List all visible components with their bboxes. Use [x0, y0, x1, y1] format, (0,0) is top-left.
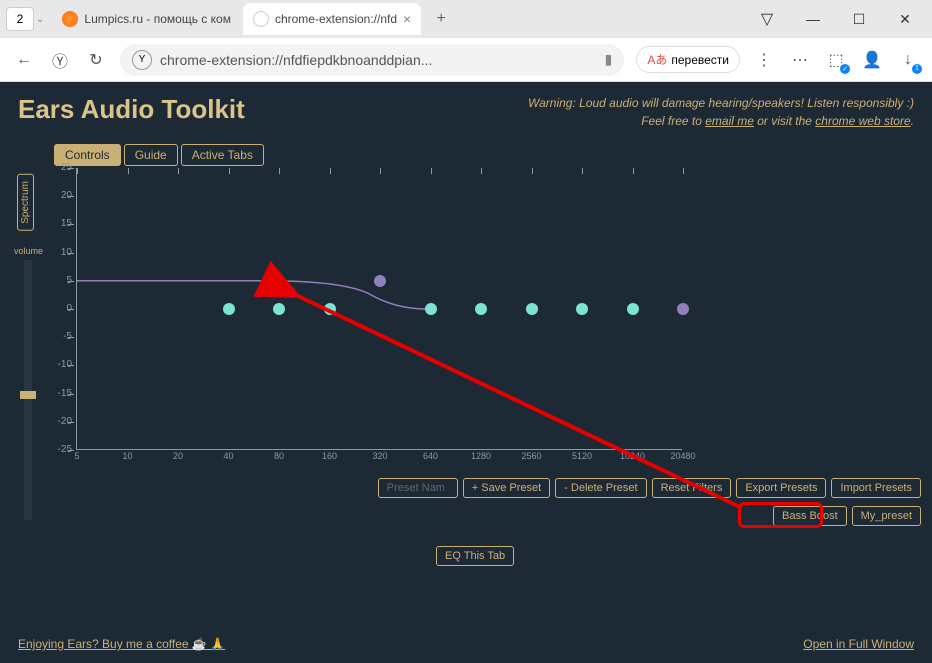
minimize-button[interactable]: —: [794, 4, 832, 34]
store-link[interactable]: chrome web store: [815, 114, 910, 128]
apps-button[interactable]: ⋯: [788, 48, 812, 72]
site-info-icon[interactable]: Y: [132, 50, 152, 70]
address-bar[interactable]: Y chrome-extension://nfdfiepdkbnoanddpia…: [120, 44, 624, 76]
browser-tab-1[interactable]: Lumpics.ru - помощь с ком: [52, 3, 241, 35]
eq-node[interactable]: [374, 275, 386, 287]
eq-curve: [77, 168, 683, 450]
tab-title: chrome-extension://nfd: [275, 12, 397, 26]
eq-node[interactable]: [223, 303, 235, 315]
spectrum-button[interactable]: Spectrum: [17, 174, 34, 231]
translate-button[interactable]: Aあ перевести: [636, 46, 740, 73]
eq-node[interactable]: [677, 303, 689, 315]
eq-node[interactable]: [475, 303, 487, 315]
eq-node[interactable]: [425, 303, 437, 315]
close-button[interactable]: ✕: [886, 4, 924, 34]
app-content: Ears Audio Toolkit Warning: Loud audio w…: [0, 82, 932, 663]
volume-handle[interactable]: [20, 391, 36, 399]
maximize-button[interactable]: ☐: [840, 4, 878, 34]
volume-slider[interactable]: [24, 260, 32, 520]
bookmark-icon[interactable]: ▽: [748, 4, 786, 34]
profile-button[interactable]: 👤: [860, 48, 884, 72]
header: Ears Audio Toolkit Warning: Loud audio w…: [18, 94, 914, 130]
reset-filters-button[interactable]: Reset Filters: [652, 478, 732, 498]
x-tick-label: 320: [372, 451, 387, 461]
ui-tabs: Controls Guide Active Tabs: [54, 144, 914, 166]
eq-chart: 2520151050-5-10-15-20-25 510204080160320…: [54, 168, 682, 468]
warning-line1: Warning: Loud audio will damage hearing/…: [528, 94, 914, 112]
x-tick-label: 40: [223, 451, 233, 461]
x-tick-label: 640: [423, 451, 438, 461]
x-tick-label: 10240: [620, 451, 645, 461]
browser-tab-2[interactable]: chrome-extension://nfd ×: [243, 3, 421, 35]
buttons-row: Preset Nam + Save Preset - Delete Preset…: [221, 478, 921, 498]
x-tick-label: 2560: [521, 451, 541, 461]
toolbar: ← Ⓨ ↻ Y chrome-extension://nfdfiepdkbnoa…: [0, 38, 932, 82]
chevron-down-icon[interactable]: ⌄: [36, 14, 44, 25]
warning-line2: Feel free to email me or visit the chrom…: [528, 112, 914, 130]
tab-title: Lumpics.ru - помощь с ком: [84, 12, 231, 26]
presets-row: Bass Boost My_preset: [221, 506, 921, 526]
eq-node[interactable]: [576, 303, 588, 315]
translate-icon: Aあ: [647, 51, 667, 68]
menu-button[interactable]: ⋮: [752, 48, 776, 72]
save-preset-button[interactable]: + Save Preset: [463, 478, 550, 498]
volume-label: volume: [14, 246, 43, 256]
favicon-extension: [253, 11, 269, 27]
app-title: Ears Audio Toolkit: [18, 94, 245, 125]
x-tick-label: 160: [322, 451, 337, 461]
address-text: chrome-extension://nfdfiepdkbnoanddpian.…: [160, 52, 597, 68]
plot-area[interactable]: 5102040801603206401280256051201024020480: [76, 168, 682, 450]
import-presets-button[interactable]: Import Presets: [831, 478, 921, 498]
new-tab-button[interactable]: +: [427, 5, 455, 33]
eq-node[interactable]: [273, 303, 285, 315]
x-tick-label: 80: [274, 451, 284, 461]
x-tick-label: 10: [122, 451, 132, 461]
coffee-link[interactable]: Enjoying Ears? Buy me a coffee ☕ 🙏: [18, 637, 225, 651]
back-button[interactable]: ←: [12, 48, 36, 72]
bookmark-flag-icon[interactable]: ▮: [605, 51, 613, 68]
x-tick-label: 20480: [670, 451, 695, 461]
full-window-link[interactable]: Open in Full Window: [803, 637, 914, 651]
eq-node[interactable]: [627, 303, 639, 315]
x-tick-label: 5120: [572, 451, 592, 461]
downloads-button[interactable]: ↓1: [896, 48, 920, 72]
delete-preset-button[interactable]: - Delete Preset: [555, 478, 646, 498]
close-icon[interactable]: ×: [403, 11, 411, 27]
tabs-area: 2 ⌄ Lumpics.ru - помощь с ком chrome-ext…: [0, 3, 748, 35]
x-tick-label: 1280: [471, 451, 491, 461]
extensions-button[interactable]: ⬚✓: [824, 48, 848, 72]
footer: Enjoying Ears? Buy me a coffee ☕ 🙏 Open …: [18, 637, 914, 651]
titlebar: 2 ⌄ Lumpics.ru - помощь с ком chrome-ext…: [0, 0, 932, 38]
reload-button[interactable]: ↻: [84, 48, 108, 72]
window-controls: ▽ — ☐ ✕: [748, 4, 924, 34]
yandex-button[interactable]: Ⓨ: [48, 48, 72, 72]
preset-name-input[interactable]: Preset Nam: [378, 478, 458, 498]
x-tick-label: 20: [173, 451, 183, 461]
my-preset[interactable]: My_preset: [852, 506, 921, 526]
translate-label: перевести: [671, 53, 729, 67]
tab-active-tabs[interactable]: Active Tabs: [181, 144, 264, 166]
eq-node[interactable]: [526, 303, 538, 315]
tab-guide[interactable]: Guide: [124, 144, 178, 166]
eq-this-tab-button[interactable]: EQ This Tab: [436, 546, 514, 566]
x-tick-label: 5: [74, 451, 79, 461]
export-presets-button[interactable]: Export Presets: [736, 478, 826, 498]
tab-count-badge[interactable]: 2: [6, 7, 34, 31]
email-link[interactable]: email me: [705, 114, 754, 128]
bass-boost-preset[interactable]: Bass Boost: [773, 506, 847, 526]
eq-node[interactable]: [324, 303, 336, 315]
favicon-lumpics: [62, 11, 78, 27]
warning-text: Warning: Loud audio will damage hearing/…: [528, 94, 914, 130]
